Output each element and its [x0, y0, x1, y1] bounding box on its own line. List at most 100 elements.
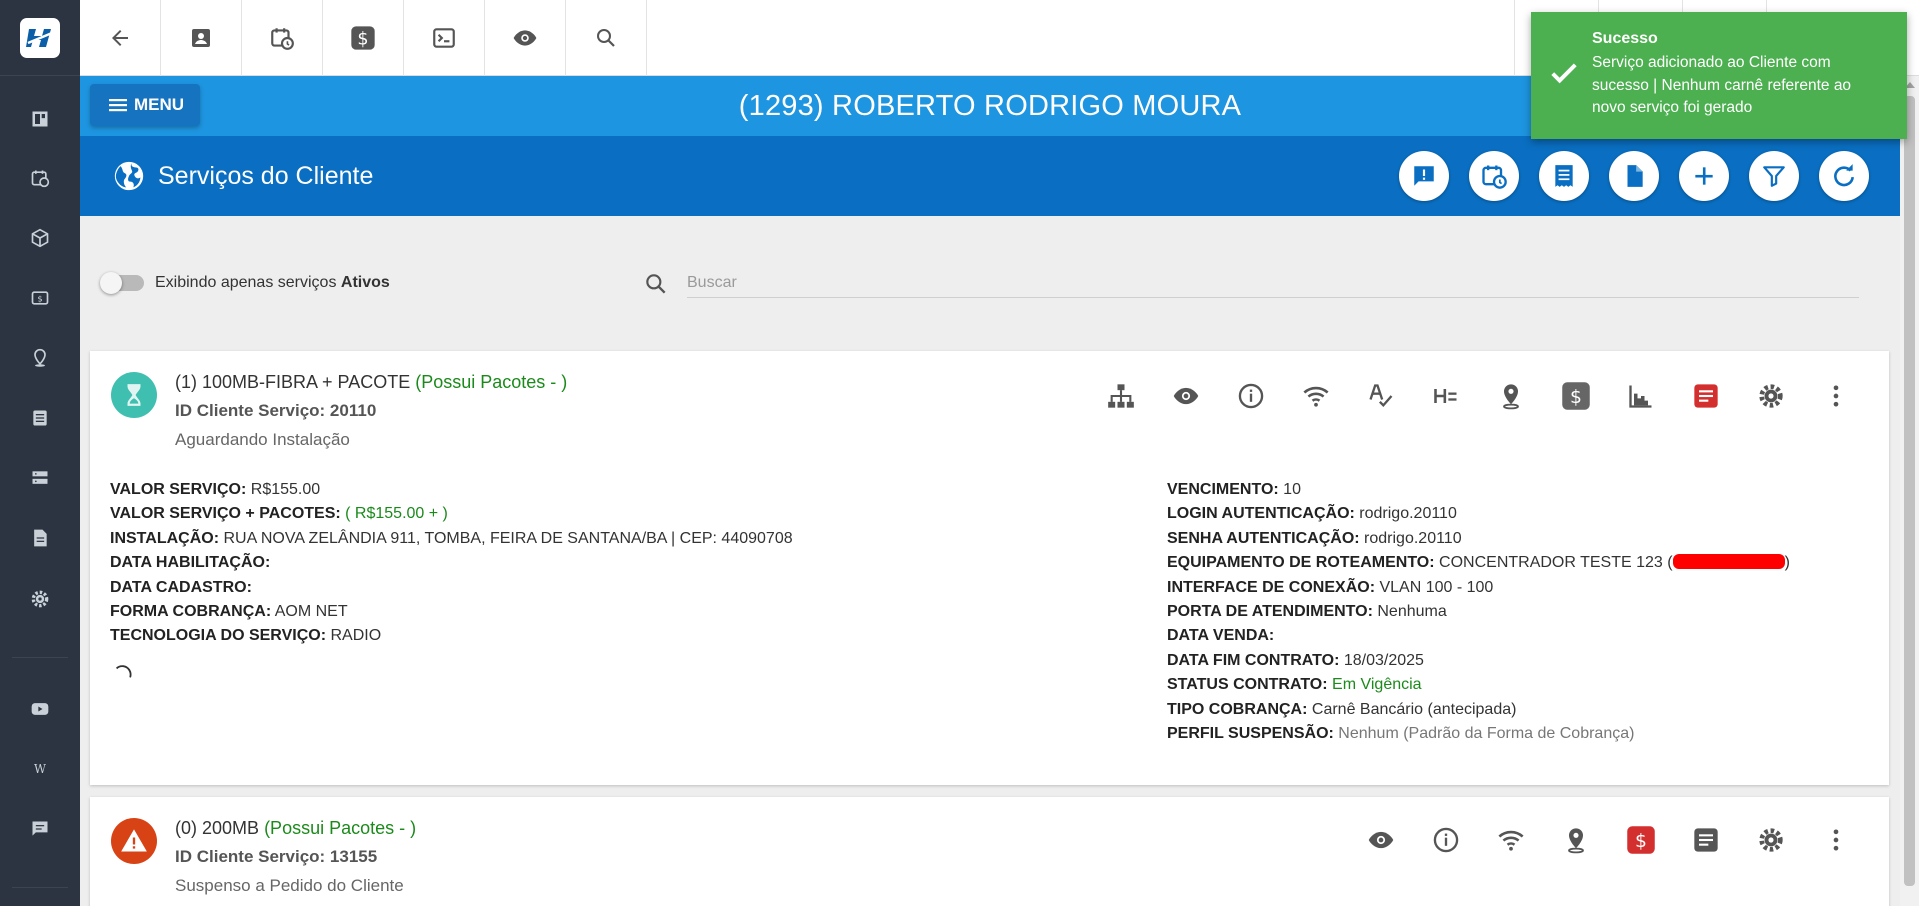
eye-icon[interactable] [1171, 381, 1201, 411]
wifi-icon[interactable] [1301, 381, 1331, 411]
back-button[interactable] [80, 0, 161, 76]
wiki-icon[interactable]: W [28, 757, 52, 781]
finance-button[interactable]: $ [323, 0, 404, 76]
sidebar-divider [12, 657, 68, 658]
billing-dollar-red-icon[interactable]: $ [1626, 825, 1656, 855]
plus-icon [1695, 167, 1713, 185]
service-id: ID Cliente Serviço: 20110 [175, 401, 377, 420]
dollar-icon: $ [351, 26, 375, 50]
warning-icon [111, 818, 157, 864]
eye-icon[interactable] [1366, 825, 1396, 855]
detail-data-habilitacao: DATA HABILITAÇÃO: [110, 554, 271, 572]
contract-red-icon[interactable] [1691, 381, 1721, 411]
document-button[interactable] [1609, 151, 1659, 201]
service-title: (1) 100MB-FIBRA + PACOTE (Possui Pacotes… [175, 372, 568, 392]
alert-button[interactable] [1399, 151, 1449, 201]
schedule-history-button[interactable] [1469, 151, 1519, 201]
terminal-button[interactable] [404, 0, 485, 76]
finance-icon[interactable]: $ [28, 286, 52, 310]
document-icon[interactable] [28, 526, 52, 550]
filter-button[interactable] [1749, 151, 1799, 201]
detail-porta: PORTA DE ATENDIMENTO: Nenhuma [1167, 603, 1447, 621]
server-icon[interactable] [28, 466, 52, 490]
detail-status-contrato: STATUS CONTRATO: Em Vigência [1167, 676, 1422, 694]
svg-text:$: $ [357, 29, 368, 49]
calendar-clock-icon [1482, 165, 1507, 189]
more-vert-icon[interactable] [1821, 381, 1851, 411]
terminal-icon [433, 28, 455, 48]
schedule-button[interactable] [242, 0, 323, 76]
svg-text:$: $ [37, 293, 42, 303]
map-pin-icon[interactable] [1496, 381, 1526, 411]
redacted-mark [1672, 554, 1785, 570]
detail-vencimento: VENCIMENTO: 10 [1167, 481, 1301, 498]
detail-data-cadastro: DATA CADASTRO: [110, 578, 252, 596]
toggle-label: Exibindo apenas serviços Ativos [155, 274, 390, 291]
search-input[interactable] [687, 268, 1859, 298]
add-service-button[interactable] [1679, 151, 1729, 201]
receipt-button[interactable] [1539, 151, 1589, 201]
scroll-thumb[interactable] [1904, 96, 1915, 886]
filter-icon [1763, 166, 1785, 187]
detail-tecnologia: TECNOLOGIA DO SERVIÇO: RADIO [110, 627, 382, 645]
more-vert-icon[interactable] [1821, 825, 1851, 855]
search-icon [597, 29, 615, 47]
detail-tipo-cobranca: TIPO COBRANÇA: Carnê Bancário (antecipad… [1167, 700, 1517, 718]
hourglass-icon [111, 372, 157, 418]
view-button[interactable] [485, 0, 566, 76]
loading-spinner-icon [115, 665, 132, 678]
spellcheck-icon[interactable] [1366, 381, 1396, 411]
svg-text:$: $ [1635, 831, 1647, 852]
service-id: ID Cliente Serviço: 13155 [175, 847, 378, 866]
detail-valor-pacotes: VALOR SERVIÇO + PACOTES: ( R$155.00 + ) [110, 505, 448, 523]
success-toast[interactable]: Sucesso Serviço adicionado ao Cliente co… [1531, 12, 1907, 139]
gear-icon[interactable] [1756, 825, 1786, 855]
search-button[interactable] [566, 0, 647, 76]
check-icon [1551, 63, 1577, 84]
service-details-left: VALOR SERVIÇO: R$155.00 VALOR SERVIÇO + … [110, 478, 793, 649]
chat-icon[interactable] [28, 817, 52, 841]
search-icon [646, 274, 666, 294]
heading-icon[interactable] [1431, 381, 1461, 411]
wifi-icon[interactable] [1496, 825, 1526, 855]
detail-login: LOGIN AUTENTICAÇÃO: rodrigo.20110 [1167, 505, 1457, 523]
detail-interface: INTERFACE DE CONEXÃO: VLAN 100 - 100 [1167, 578, 1494, 596]
contact-card-icon [192, 29, 210, 47]
youtube-icon[interactable] [28, 697, 52, 721]
service-card: (1) 100MB-FIBRA + PACOTE (Possui Pacotes… [90, 351, 1889, 785]
page-scrollbar[interactable] [1900, 76, 1919, 906]
calendar-clock-icon[interactable] [28, 166, 52, 190]
toast-message: Serviço adicionado ao Cliente com sucess… [1592, 54, 1852, 116]
toast-title: Sucesso [1592, 30, 1658, 47]
billing-dollar-icon[interactable]: $ [1561, 381, 1591, 411]
network-tree-icon[interactable] [1106, 381, 1136, 411]
detail-perfil-suspensao: PERFIL SUSPENSÃO: Nenhum (Padrão da Form… [1167, 725, 1635, 743]
eye-icon [513, 30, 537, 46]
contact-card-button[interactable] [161, 0, 242, 76]
dashboard-icon[interactable] [28, 107, 52, 131]
section-header: Serviços do Cliente [80, 136, 1900, 216]
service-status: Suspenso a Pedido do Cliente [175, 876, 404, 895]
settings-icon[interactable] [28, 587, 52, 611]
refresh-button[interactable] [1819, 151, 1869, 201]
active-only-toggle[interactable] [100, 272, 144, 294]
info-icon[interactable] [1236, 381, 1266, 411]
contract-icon[interactable] [1691, 825, 1721, 855]
app-logo-icon [20, 17, 60, 58]
package-icon[interactable] [28, 226, 52, 250]
sidebar-divider-bottom [12, 887, 68, 888]
svg-text:$: $ [1570, 387, 1582, 408]
feedback-alert-icon [1414, 166, 1434, 186]
map-pin-icon[interactable] [1561, 825, 1591, 855]
service-card: (0) 200MB (Possui Pacotes - ) ID Cliente… [90, 797, 1889, 906]
globe-icon [114, 161, 144, 191]
logo-area[interactable] [0, 0, 80, 76]
bar-chart-icon[interactable] [1626, 381, 1656, 411]
list-icon[interactable] [28, 406, 52, 430]
detail-data-venda: DATA VENDA: [1167, 627, 1275, 645]
gear-icon[interactable] [1756, 381, 1786, 411]
map-pin-icon[interactable] [28, 346, 52, 370]
detail-senha: SENHA AUTENTICAÇÃO: rodrigo.20110 [1167, 529, 1462, 547]
info-icon[interactable] [1431, 825, 1461, 855]
detail-instalacao: INSTALAÇÃO: RUA NOVA ZELÂNDIA 911, TOMBA… [110, 529, 793, 547]
